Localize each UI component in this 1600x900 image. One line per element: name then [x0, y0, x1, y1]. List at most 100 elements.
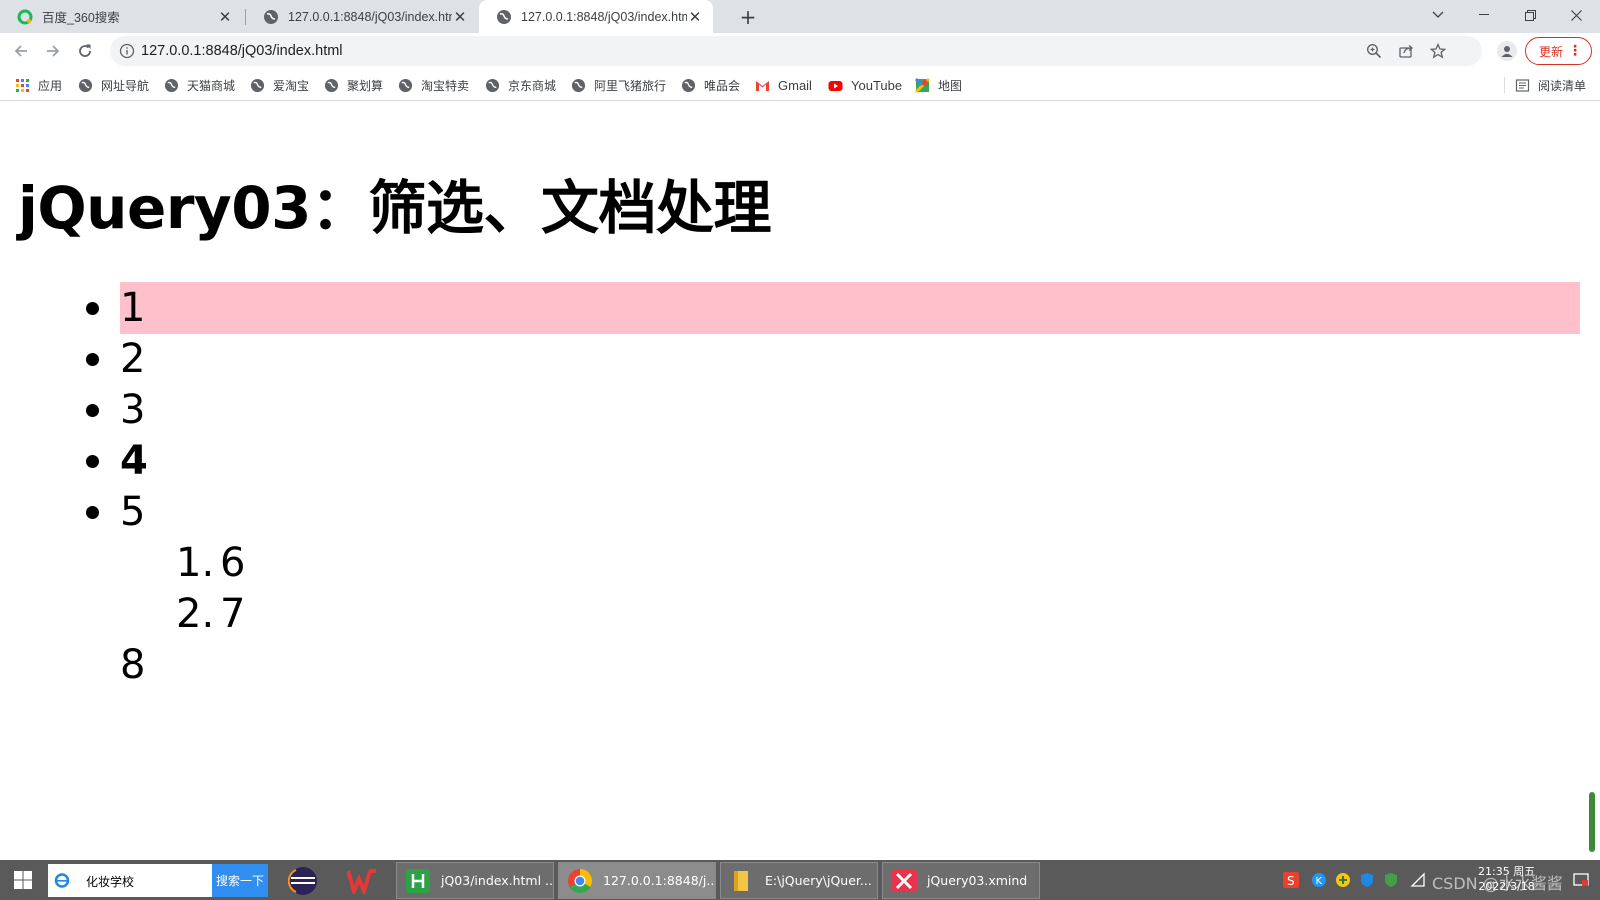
site-info-icon[interactable] [119, 43, 135, 59]
globe-icon [496, 9, 512, 25]
bookmark-3[interactable]: 爱淘宝 [250, 76, 309, 94]
address-bar[interactable]: 127.0.0.1:8848/jQ03/index.html [110, 36, 1482, 66]
url-text[interactable]: 127.0.0.1:8848/jQ03/index.html [141, 43, 343, 59]
profile-avatar-icon[interactable] [1497, 41, 1517, 61]
page-content: jQuery03：筛选、文档处理 1 2 3 4 5 1. 6 2. 7 8 [0, 101, 1600, 860]
reading-list-button[interactable]: 阅读清单 [1515, 76, 1586, 94]
chrome-icon [567, 868, 593, 894]
bookmark-4[interactable]: 聚划算 [324, 76, 383, 94]
list-item-value: 2 [120, 336, 146, 382]
bullet-marker [86, 353, 99, 366]
task-label: E:\jQuery\jQuer... [765, 873, 872, 888]
tab-search-icon[interactable] [1415, 0, 1461, 30]
notification-icon[interactable] [1573, 872, 1589, 888]
globe-icon [250, 78, 265, 93]
reload-icon[interactable] [71, 37, 99, 65]
bookmark-label: Gmail [778, 77, 812, 93]
bullet-marker [86, 506, 99, 519]
share-icon[interactable] [1398, 43, 1414, 59]
list-item-value: 3 [120, 387, 146, 433]
reading-list-label: 阅读清单 [1538, 78, 1587, 93]
youtube-icon [828, 78, 843, 93]
tab-title: 127.0.0.1:8848/jQ03/index.html [288, 9, 452, 24]
tab-360-search[interactable]: 百度_360搜索 ✕ [0, 0, 243, 33]
close-tab-icon[interactable]: ✕ [452, 9, 468, 25]
bookmark-label: 应用 [38, 78, 63, 93]
reading-list-icon [1515, 78, 1530, 93]
more-menu-icon[interactable]: ⋮ [1568, 43, 1582, 59]
taskbar-clock[interactable]: 21:35 周五 2022/3/18 [1478, 864, 1535, 894]
update-button[interactable]: 更新 ⋮ [1525, 37, 1592, 65]
bookmark-label: 京东商城 [508, 78, 557, 93]
tab-localhost-1[interactable]: 127.0.0.1:8848/jQ03/index.html ✕ [246, 0, 478, 33]
list-item: 3 [0, 384, 1600, 436]
bookmark-label: 聚划算 [347, 78, 384, 93]
taskbar-search-text[interactable]: 化妆学校 [86, 873, 134, 890]
restore-icon[interactable] [1507, 0, 1553, 30]
bookmark-label: YouTube [851, 77, 903, 93]
eclipse-icon[interactable] [283, 864, 323, 897]
bookmark-2[interactable]: 天猫商城 [164, 76, 235, 94]
tray-k-icon[interactable]: K [1311, 872, 1327, 888]
gmail-icon [755, 78, 770, 93]
bookmark-apps[interactable]: 应用 [15, 76, 62, 94]
bookmark-1[interactable]: 网址导航 [78, 76, 149, 94]
hbuilder-icon [405, 868, 431, 894]
task-label: 127.0.0.1:8848/j... [603, 873, 716, 888]
page-title: jQuery03：筛选、文档处理 [18, 174, 771, 242]
close-tab-icon[interactable]: ✕ [687, 9, 703, 25]
zoom-icon[interactable] [1366, 43, 1382, 59]
taskbar-search-box[interactable]: 化妆学校 搜索一下 [48, 864, 268, 897]
taskbar-task-chrome[interactable]: 127.0.0.1:8848/j... [558, 862, 716, 899]
bookmark-label: 天猫商城 [187, 78, 236, 93]
sogou-input-icon[interactable]: S [1283, 872, 1299, 888]
bullet-marker [86, 455, 99, 468]
ordered-marker: 2. [176, 591, 215, 637]
taskbar-task-hbuilder[interactable]: jQ03/index.html ... [396, 862, 554, 899]
tray-plus-icon[interactable] [1335, 872, 1351, 888]
close-window-icon[interactable] [1553, 0, 1599, 30]
bookmark-youtube[interactable]: YouTube [828, 76, 902, 94]
maps-icon [915, 77, 930, 93]
ordered-list-item: 1. 6 [0, 537, 1600, 589]
bookmark-star-icon[interactable] [1429, 42, 1447, 59]
tab-title: 百度_360搜索 [42, 11, 120, 25]
svg-text:S: S [1287, 874, 1295, 888]
bookmark-5[interactable]: 淘宝特卖 [398, 76, 469, 94]
update-label: 更新 [1539, 44, 1564, 59]
tray-shield-green-icon[interactable] [1383, 872, 1399, 888]
ordered-list-item: 2. 7 [0, 588, 1600, 640]
tab-localhost-2-active[interactable]: 127.0.0.1:8848/jQ03/index.html ✕ [479, 0, 713, 33]
trailing-item-value: 8 [120, 642, 146, 688]
bookmark-gmail[interactable]: Gmail [755, 76, 812, 94]
wifi-icon[interactable] [1410, 872, 1426, 888]
forward-arrow-icon[interactable] [39, 37, 67, 65]
bookmark-maps[interactable]: 地图 [915, 76, 962, 94]
taskbar-search-button[interactable]: 搜索一下 [212, 864, 268, 897]
new-tab-button[interactable]: + [737, 6, 759, 28]
clock-date: 2022/3/18 [1478, 880, 1535, 893]
bookmark-label: 唯品会 [704, 78, 741, 93]
ie-icon [54, 872, 70, 888]
taskbar-task-xmind[interactable]: jQuery03.xmind [882, 862, 1040, 899]
taskbar-task-explorer[interactable]: E:\jQuery\jQuer... [720, 862, 878, 899]
scrollbar-thumb[interactable] [1589, 792, 1595, 852]
task-label: jQuery03.xmind [927, 873, 1028, 888]
ordered-marker: 1. [176, 540, 215, 586]
windows-start-button[interactable] [0, 860, 46, 900]
wps-office-icon[interactable] [342, 864, 382, 897]
close-tab-icon[interactable]: ✕ [217, 9, 233, 25]
browser-toolbar: 127.0.0.1:8848/jQ03/index.html 更新 ⋮ [0, 33, 1600, 69]
minimize-icon[interactable] [1461, 0, 1507, 30]
bookmark-7[interactable]: 阿里飞猪旅行 [571, 76, 666, 94]
globe-icon [571, 78, 586, 93]
list-item-value: 1 [120, 285, 146, 331]
tab-title: 127.0.0.1:8848/jQ03/index.html [521, 9, 687, 24]
back-arrow-icon[interactable] [7, 37, 35, 65]
list-item: 4 [0, 435, 1600, 487]
bookmark-6[interactable]: 京东商城 [485, 76, 556, 94]
list-item-value: 5 [120, 489, 146, 535]
tray-shield-blue-icon[interactable] [1359, 872, 1375, 888]
bookmark-8[interactable]: 唯品会 [681, 76, 740, 94]
bookmarks-divider [1504, 77, 1505, 93]
